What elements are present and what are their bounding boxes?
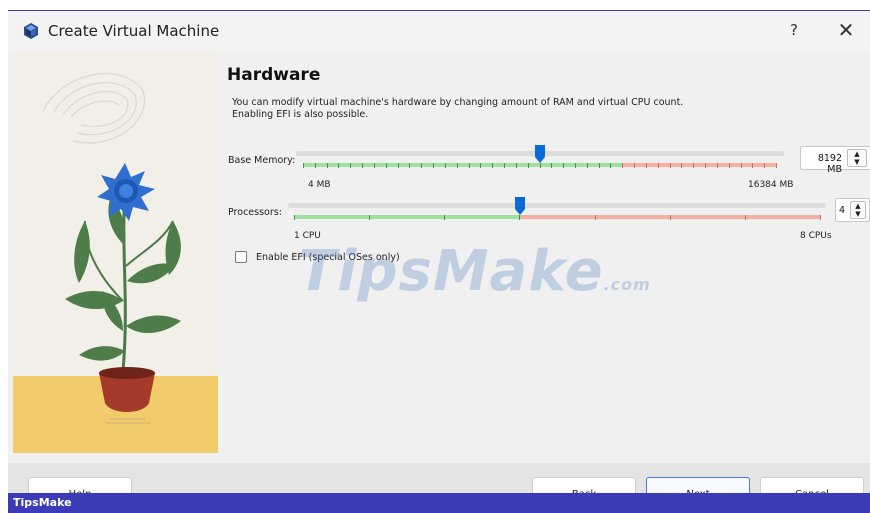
processors-label: Processors: xyxy=(228,207,282,218)
wizard-illustration xyxy=(13,51,218,453)
slider-tick xyxy=(744,215,746,220)
slider-tick xyxy=(657,163,659,168)
cpu-groove xyxy=(288,203,826,208)
memory-ticks xyxy=(303,163,777,169)
slider-tick xyxy=(433,163,435,168)
processors-value: 4 xyxy=(838,205,845,216)
memory-spinbox[interactable]: 8192 MB ▲ ▼ xyxy=(800,146,870,175)
memory-slider-handle[interactable] xyxy=(534,145,545,163)
title-bar: Create Virtual Machine ? ✕ xyxy=(8,11,870,51)
page-title: Hardware xyxy=(227,65,321,85)
virtualbox-icon xyxy=(24,23,38,39)
slider-tick xyxy=(551,163,553,168)
slider-tick xyxy=(314,163,316,168)
slider-tick xyxy=(752,163,754,168)
help-icon[interactable]: ? xyxy=(784,21,804,39)
cpu-ticks xyxy=(294,215,821,221)
processors-spinbox[interactable]: 4 ▲ ▼ xyxy=(835,198,870,222)
slider-tick xyxy=(693,163,695,168)
cpu-max-label: 8 CPUs xyxy=(800,231,832,241)
enable-efi-label[interactable]: Enable EFI (special OSes only) xyxy=(256,252,400,263)
slider-tick xyxy=(645,163,647,168)
site-brand-bar: TipsMake xyxy=(8,493,870,513)
memory-max-label: 16384 MB xyxy=(748,180,794,190)
slider-tick xyxy=(519,215,521,220)
slider-tick xyxy=(385,163,387,168)
slider-tick xyxy=(373,163,375,168)
slider-tick xyxy=(294,215,295,220)
slider-tick xyxy=(574,163,576,168)
processors-slider[interactable] xyxy=(288,191,828,221)
slider-tick xyxy=(728,163,730,168)
spin-down-icon[interactable]: ▼ xyxy=(851,210,865,218)
site-brand-label: TipsMake xyxy=(13,496,72,509)
enable-efi-checkbox[interactable] xyxy=(235,251,247,263)
slider-tick xyxy=(764,163,766,168)
slider-tick xyxy=(504,163,506,168)
slider-tick xyxy=(563,163,565,168)
slider-tick xyxy=(527,163,529,168)
spin-up-icon[interactable]: ▲ xyxy=(851,202,865,210)
slider-tick xyxy=(350,163,352,168)
slider-tick xyxy=(338,163,340,168)
create-vm-dialog: Create Virtual Machine ? ✕ Hardware You … xyxy=(8,10,870,500)
slider-tick xyxy=(586,163,588,168)
processors-spin-buttons: ▲ ▼ xyxy=(850,201,866,219)
slider-tick xyxy=(492,163,494,168)
slider-tick xyxy=(397,163,399,168)
slider-tick xyxy=(444,163,446,168)
base-memory-label: Base Memory: xyxy=(228,155,296,166)
slider-tick xyxy=(776,163,777,168)
slider-tick xyxy=(369,215,371,220)
slider-tick xyxy=(820,215,821,220)
slider-tick xyxy=(705,163,707,168)
window-title: Create Virtual Machine xyxy=(48,22,220,40)
slider-tick xyxy=(468,163,470,168)
slider-tick xyxy=(740,163,742,168)
slider-tick xyxy=(539,163,541,168)
spin-up-icon[interactable]: ▲ xyxy=(848,150,866,158)
slider-tick xyxy=(444,215,446,220)
slider-tick xyxy=(669,163,671,168)
memory-min-label: 4 MB xyxy=(308,180,331,190)
cpu-slider-handle[interactable] xyxy=(514,197,525,215)
slider-tick xyxy=(515,163,517,168)
slider-tick xyxy=(716,163,718,168)
memory-value: 8192 MB xyxy=(817,153,842,175)
base-memory-slider[interactable] xyxy=(296,139,786,169)
slider-tick xyxy=(303,163,304,168)
memory-spin-buttons: ▲ ▼ xyxy=(847,149,867,167)
slider-tick xyxy=(681,163,683,168)
slider-tick xyxy=(634,163,636,168)
cpu-min-label: 1 CPU xyxy=(294,231,321,241)
slider-tick xyxy=(622,163,624,168)
slider-tick xyxy=(326,163,328,168)
hardware-page: Hardware You can modify virtual machine'… xyxy=(218,51,870,463)
page-description: You can modify virtual machine's hardwar… xyxy=(232,97,684,120)
slider-tick xyxy=(421,163,423,168)
slider-tick xyxy=(610,163,612,168)
spin-down-icon[interactable]: ▼ xyxy=(848,158,866,166)
close-icon[interactable]: ✕ xyxy=(834,18,858,42)
slider-tick xyxy=(362,163,364,168)
slider-tick xyxy=(409,163,411,168)
slider-tick xyxy=(480,163,482,168)
slider-tick xyxy=(598,163,600,168)
slider-tick xyxy=(669,215,671,220)
slider-tick xyxy=(456,163,458,168)
slider-tick xyxy=(594,215,596,220)
